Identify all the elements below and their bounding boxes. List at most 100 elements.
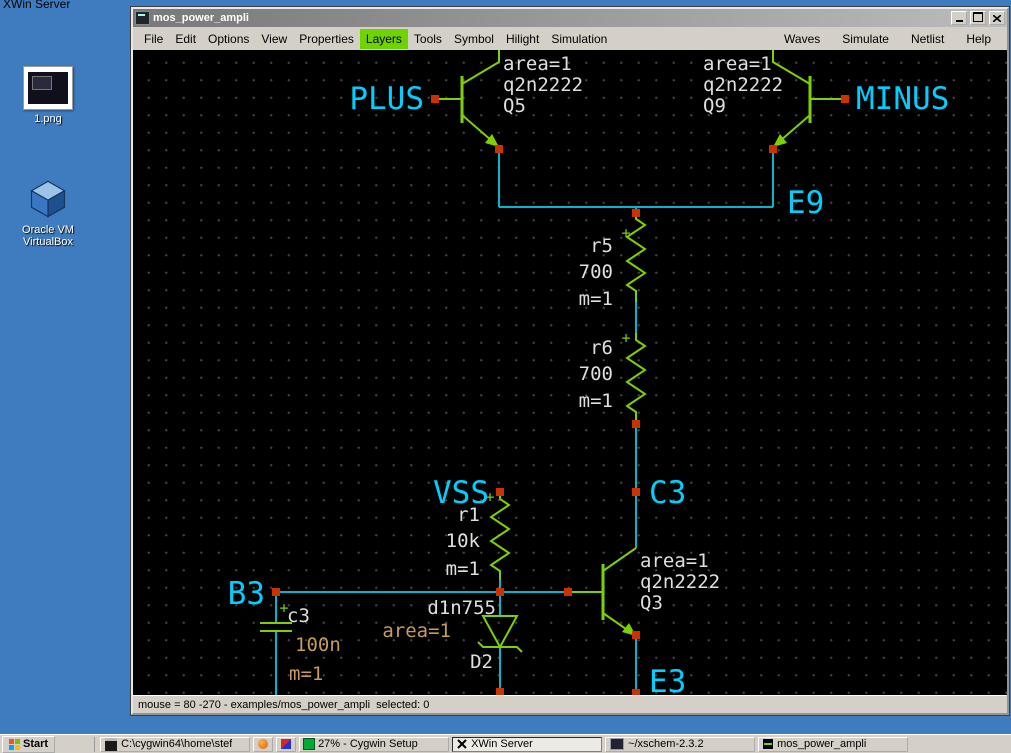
taskbar-item-label: mos_power_ampli — [777, 738, 866, 750]
pin-square[interactable] — [495, 145, 503, 153]
taskbar-item-mos-power-ampli[interactable]: mos_power_ampli — [758, 737, 908, 752]
r6-name: r6 — [590, 337, 613, 359]
menu-netlist[interactable]: Netlist — [900, 29, 955, 49]
browser-icon — [258, 739, 268, 749]
pin-square[interactable] — [632, 209, 640, 217]
status-bar: mouse = 80 -270 - examples/mos_power_amp… — [133, 695, 1007, 713]
q3-area: area=1 — [640, 550, 709, 572]
desktop-icon-virtualbox[interactable]: Oracle VM VirtualBox — [5, 180, 91, 248]
pin-square[interactable] — [769, 145, 777, 153]
transistor-q9[interactable]: area=1 q2n2222 Q9 — [703, 50, 845, 147]
schematic-canvas[interactable]: area=1 q2n2222 Q5 area=1 q2n2222 Q9 + r5… — [133, 50, 1007, 695]
net-label-minus[interactable]: MINUS — [856, 81, 949, 117]
schematic-icon — [763, 739, 773, 749]
window-system-icon[interactable] — [135, 11, 150, 25]
q5-model: q2n2222 — [503, 74, 583, 96]
desktop-corner-label: XWin Server — [3, 0, 70, 11]
pin-squares — [272, 95, 849, 695]
taskbar-item-label: 27% - Cygwin Setup — [318, 738, 418, 750]
menu-waves[interactable]: Waves — [773, 29, 831, 49]
pin-square[interactable] — [496, 588, 504, 596]
x-server-icon — [457, 739, 467, 749]
c3-mult: m=1 — [289, 663, 323, 685]
wires[interactable] — [276, 149, 773, 695]
q5-name: Q5 — [503, 95, 526, 117]
menu-layers[interactable]: Layers — [360, 29, 408, 49]
pin-square[interactable] — [632, 420, 640, 428]
pin-square[interactable] — [632, 631, 640, 639]
pin-square[interactable] — [272, 588, 280, 596]
desktop-icon-label: 1.png — [5, 113, 91, 125]
taskbar-item-xwin-server[interactable]: XWin Server — [452, 737, 602, 752]
net-label-e3[interactable]: E3 — [649, 664, 686, 695]
maximize-button[interactable] — [970, 11, 986, 25]
media-icon — [281, 739, 291, 749]
minimize-button[interactable] — [951, 11, 967, 25]
q3-model: q2n2222 — [640, 571, 720, 593]
taskbar-item-label: ~/xschem-2.3.2 — [628, 738, 704, 750]
window-titlebar[interactable]: mos_power_ampli — [133, 9, 1007, 27]
net-label-plus[interactable]: PLUS — [349, 81, 424, 117]
start-label: Start — [23, 738, 48, 750]
status-text: mouse = 80 -270 - examples/mos_power_amp… — [138, 699, 429, 711]
menu-tools[interactable]: Tools — [408, 29, 448, 49]
taskbar-item-icon-2[interactable] — [276, 737, 296, 752]
pin-square[interactable] — [564, 588, 572, 596]
net-label-c3[interactable]: C3 — [649, 475, 686, 511]
net-label-e9[interactable]: E9 — [787, 185, 824, 221]
menu-hilight[interactable]: Hilight — [500, 29, 545, 49]
pin-square[interactable] — [496, 488, 504, 496]
desktop-icon-label: Oracle VM VirtualBox — [5, 224, 91, 248]
d2-area: area=1 — [382, 620, 451, 642]
desktop-icon-1png[interactable]: 1.png — [5, 66, 91, 125]
transistor-q3[interactable]: area=1 q2n2222 Q3 — [570, 548, 720, 636]
r5-name: r5 — [590, 235, 613, 257]
menu-right-group: Waves Simulate Netlist Help — [773, 29, 1002, 49]
menu-view[interactable]: View — [255, 29, 293, 49]
resistor-r5[interactable]: + r5 700 m=1 — [579, 213, 645, 310]
r5-value: 700 — [579, 261, 613, 283]
cygwin-setup-icon — [304, 739, 314, 749]
menu-simulation[interactable]: Simulation — [545, 29, 613, 49]
pin-square[interactable] — [431, 95, 439, 103]
maximize-icon — [973, 12, 983, 22]
menu-help[interactable]: Help — [955, 29, 1002, 49]
taskbar-item-cygwin-setup[interactable]: 27% - Cygwin Setup — [299, 737, 449, 752]
taskbar-item-cygwin-home[interactable]: C:\cygwin64\home\stef — [100, 737, 250, 752]
c3-name: c3 — [287, 605, 310, 627]
q5-area: area=1 — [503, 53, 572, 75]
close-button[interactable] — [989, 11, 1005, 25]
menu-options[interactable]: Options — [202, 29, 255, 49]
window-title: mos_power_ampli — [153, 12, 948, 24]
transistor-q5[interactable]: area=1 q2n2222 Q5 — [435, 50, 583, 147]
menu-file[interactable]: File — [138, 29, 169, 49]
capacitor-c3[interactable]: + c3 100n m=1 — [260, 599, 341, 685]
menu-symbol[interactable]: Symbol — [448, 29, 500, 49]
image-thumbnail-icon — [23, 66, 73, 110]
d2-model: d1n755 — [427, 597, 496, 619]
polarity-marker: + — [621, 329, 630, 347]
start-button[interactable]: Start — [2, 736, 55, 753]
menu-edit[interactable]: Edit — [169, 29, 202, 49]
schematic-svg: area=1 q2n2222 Q5 area=1 q2n2222 Q9 + r5… — [133, 50, 1007, 695]
quicklaunch-area — [58, 737, 95, 752]
r1-value: 10k — [446, 530, 481, 552]
close-icon — [993, 15, 1001, 22]
net-label-vss[interactable]: VSS — [433, 475, 489, 511]
pin-square[interactable] — [841, 95, 849, 103]
menu-properties[interactable]: Properties — [293, 29, 360, 49]
r1-mult: m=1 — [446, 558, 480, 580]
minimize-icon — [956, 20, 963, 22]
pin-square[interactable] — [496, 688, 504, 695]
net-label-b3[interactable]: B3 — [228, 576, 265, 612]
diode-d2[interactable]: d1n755 area=1 D2 — [382, 597, 522, 673]
taskbar-item-label: XWin Server — [471, 738, 533, 750]
resistor-r6[interactable]: + r6 700 m=1 — [579, 329, 645, 421]
pin-square[interactable] — [632, 488, 640, 496]
taskbar-item-xschem-shell[interactable]: ~/xschem-2.3.2 — [605, 737, 755, 752]
taskbar-item-icon-1[interactable] — [253, 737, 273, 752]
d2-name: D2 — [470, 651, 493, 673]
menu-simulate[interactable]: Simulate — [831, 29, 900, 49]
pin-square[interactable] — [632, 689, 640, 695]
r6-value: 700 — [579, 363, 613, 385]
